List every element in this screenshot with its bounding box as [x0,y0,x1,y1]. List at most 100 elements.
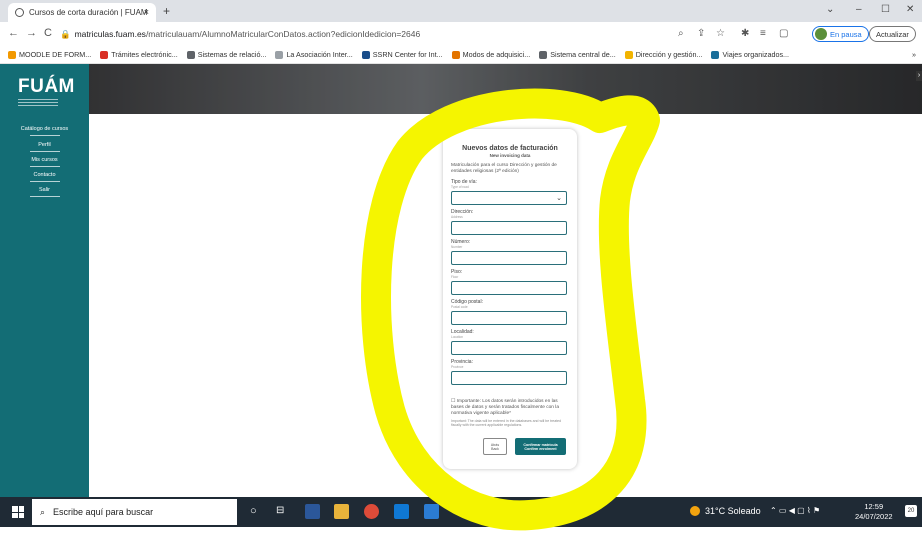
text-input[interactable] [451,221,567,235]
weather-widget[interactable]: 31°C Soleado [690,506,761,516]
sun-icon [690,506,700,516]
sidebar-item-catalogo[interactable]: Catálogo de cursos [0,126,89,132]
bookmark-item[interactable]: Sistemas de relació... [186,50,267,59]
back-button[interactable]: Atrás Back [483,438,507,455]
zoom-icon[interactable]: ⌕ [678,28,684,39]
bookmark-item[interactable]: MOODLE DE FORM... [8,50,91,59]
url-host: matriculas.fuam.es [74,29,146,39]
maximize-button[interactable]: ☐ [881,4,890,15]
file-explorer-icon[interactable] [334,504,349,519]
chevron-right-icon[interactable]: › [916,71,922,81]
bookmark-label: Sistemas de relació... [197,50,267,59]
form-title: Nuevos datos de facturación [462,145,558,152]
new-tab-button[interactable]: + [163,4,170,18]
system-tray[interactable]: ⌃ ▭ ◀ ▢ ⌇ ⚑ [770,506,820,515]
bookmark-item[interactable]: La Asociación Inter... [275,50,353,59]
fuam-logo[interactable]: FUÁM [18,76,75,98]
sidebar-item-mis-cursos[interactable]: Mis cursos [0,157,89,163]
close-tab-icon[interactable]: × [144,7,149,17]
confirm-label-en: Confirm enrolment [524,446,557,451]
reload-icon[interactable]: C [44,27,52,39]
privacy-notice: ☐ Importante: Los datos serán introducid… [451,399,569,416]
lock-icon: 🔒 [60,28,71,39]
reading-list-icon[interactable]: ≡ [760,28,766,39]
bookmarks-bar: MOODLE DE FORM... Trámites electrónic... S… [0,46,922,64]
word-icon[interactable] [305,504,320,519]
bookmark-favicon-icon [275,50,284,59]
bookmark-item[interactable]: Modos de adquisici... [451,50,531,59]
confirm-enrolment-button[interactable]: Confirmar matrícula Confirm enrolment [515,438,566,455]
close-window-button[interactable]: ✕ [906,4,914,15]
tab-search-icon[interactable]: ⌄ [826,4,834,15]
hero-banner: › [89,64,922,114]
sidebar-item-salir[interactable]: Salir [0,187,89,193]
minimize-button[interactable]: – [856,4,862,15]
share-icon[interactable]: ⇪ [697,28,705,39]
side-panel-icon[interactable]: ▢ [779,28,788,39]
task-view-icon[interactable]: ⊟ [276,505,291,520]
sidebar-divider [30,151,60,152]
text-input[interactable] [451,311,567,325]
field-sublabel: Type of road [451,185,469,189]
sidebar-item-contacto[interactable]: Contacto [0,172,89,178]
field-sublabel: Number [451,245,463,249]
more-bookmarks-icon[interactable]: » [912,50,916,59]
bookmark-label: Viajes organizados... [722,50,790,59]
tab-title: Cursos de corta duración | FUAM [29,8,148,17]
chrome-icon[interactable] [364,504,379,519]
invoicing-form: Nuevos datos de facturación New invoicin… [443,129,577,469]
taskbar-search[interactable]: ⌕ Escribe aquí para buscar [32,499,237,525]
form-subtitle: New invoicing data [489,153,531,158]
sidebar-item-perfil[interactable]: Perfil [0,142,89,148]
forward-arrow-icon[interactable]: → [26,27,37,39]
bookmark-item[interactable]: Sistema central de... [539,50,616,59]
browser-tab[interactable]: Cursos de corta duración | FUAM × [8,3,156,22]
form-description: Matriculación para el curso Dirección y … [451,163,557,174]
address-bar[interactable]: 🔒 matriculas.fuam.es/matriculauam/Alumno… [60,26,580,42]
bookmark-favicon-icon [100,50,109,59]
bookmark-item[interactable]: Trámites electrónic... [100,50,178,59]
text-input[interactable] [451,281,567,295]
clock-time: 12:59 [864,502,884,511]
bookmark-item[interactable]: Viajes organizados... [711,50,789,59]
update-label: Actualizar [876,29,909,39]
sidebar-divider [30,196,60,197]
bookmark-label: La Asociación Inter... [286,50,353,59]
windows-start-icon[interactable] [12,506,24,518]
text-input[interactable] [451,371,567,385]
sidebar-divider [30,166,60,167]
outlook-icon[interactable] [394,504,409,519]
bookmark-label: Modos de adquisici... [462,50,531,59]
sidebar-divider [30,181,60,182]
clock[interactable]: 12:59 24/07/2022 [855,502,893,522]
chevron-down-icon: ⌄ [556,195,562,202]
avatar [815,28,827,40]
bookmark-favicon-icon [539,50,548,59]
app-icon[interactable] [424,504,439,519]
url-path: /matriculauam/AlumnoMatricularConDatos.a… [145,29,421,39]
back-arrow-icon[interactable]: ← [8,27,19,39]
back-label-en: Back [491,446,499,451]
bookmark-favicon-icon [711,50,720,59]
bookmark-favicon-icon [186,50,195,59]
bookmark-favicon-icon [624,50,633,59]
text-input[interactable] [451,251,567,265]
extensions-icon[interactable]: ✱ [741,28,749,39]
sidebar-divider [30,135,60,136]
bookmark-label: MOODLE DE FORM... [19,50,92,59]
cortana-icon[interactable]: ○ [250,505,265,520]
notification-icon[interactable]: 20 [905,505,917,517]
search-icon: ⌕ [40,506,46,517]
bookmark-favicon-icon [451,50,460,59]
bookmark-star-icon[interactable]: ☆ [716,28,725,39]
search-placeholder: Escribe aquí para buscar [53,507,154,517]
bookmark-item[interactable]: Dirección y gestión... [624,50,702,59]
update-button[interactable]: Actualizar [869,26,916,42]
bookmark-item[interactable]: SSRN Center for Int... [361,50,443,59]
text-input[interactable] [451,341,567,355]
field-sublabel: Province [451,365,464,369]
road-type-select[interactable]: ⌄ [451,191,567,205]
browser-toolbar: ← → C 🔒 matriculas.fuam.es/matriculauam/… [0,22,922,46]
clock-date: 24/07/2022 [855,512,893,521]
profile-button[interactable]: En pausa [812,26,869,42]
